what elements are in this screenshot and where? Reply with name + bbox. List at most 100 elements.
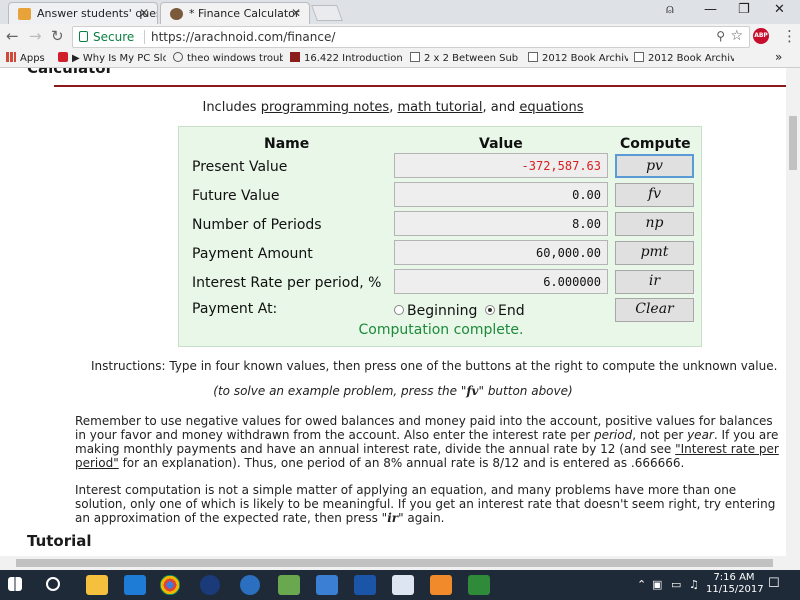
example-hint: (to solve an example problem, press the …	[213, 384, 573, 398]
app-icon[interactable]	[430, 575, 452, 595]
bookmarks-bar: Apps ▶ Why Is My PC Slov theo windows tr…	[0, 50, 800, 68]
chrome-icon[interactable]	[160, 575, 180, 595]
notifications-icon[interactable]: ☐	[768, 576, 780, 591]
lock-icon	[79, 31, 88, 42]
vertical-scroll-thumb[interactable]	[789, 116, 797, 170]
tab-strip: Answer students' questio ✕ * Finance Cal…	[0, 0, 800, 24]
payment-end-radio[interactable]: End	[485, 303, 525, 319]
page-icon	[634, 52, 644, 62]
negative-values-paragraph: Remember to use negative values for owed…	[75, 414, 779, 470]
restore-button[interactable]: ❐	[738, 2, 750, 17]
app-icon[interactable]	[278, 575, 300, 595]
future-value-field[interactable]: 0.00	[394, 182, 608, 207]
radio-icon	[394, 305, 404, 315]
interest-rate-field[interactable]: 6.000000	[394, 269, 608, 294]
bookmark-item[interactable]: 2012 Book Archive	[528, 52, 628, 64]
tab-answer-students[interactable]: Answer students' questio ✕	[8, 2, 158, 24]
account-icon[interactable]: ⍝	[666, 2, 674, 17]
column-header-value: Value	[479, 136, 523, 152]
equations-link[interactable]: equations	[519, 100, 583, 115]
finance-calculator-panel: Name Value Compute Present Value -372,58…	[178, 126, 702, 347]
app-icon[interactable]	[200, 575, 220, 595]
magnifier-icon[interactable]	[392, 575, 414, 595]
future-value-label: Future Value	[192, 188, 280, 204]
app-icon[interactable]	[354, 575, 376, 595]
compute-pv-button[interactable]: pv	[615, 154, 694, 178]
bookmarks-overflow-button[interactable]: »	[775, 50, 782, 64]
menu-icon[interactable]: ⋮	[782, 27, 797, 45]
number-of-periods-label: Number of Periods	[192, 217, 322, 233]
clock[interactable]: 7:16 AM 11/15/2017	[706, 572, 764, 596]
battery-icon[interactable]: ▭	[671, 578, 681, 591]
horizontal-scroll-thumb[interactable]	[16, 559, 773, 567]
instructions-text: Instructions: Type in four known values,…	[91, 359, 778, 373]
adblock-icon[interactable]: ABP	[753, 28, 769, 44]
vertical-scrollbar[interactable]	[786, 68, 800, 556]
forward-icon[interactable]: →	[29, 27, 42, 45]
volume-icon[interactable]: ♫	[689, 578, 699, 591]
clock-time: 7:16 AM	[713, 572, 755, 583]
mit-icon	[290, 52, 300, 62]
section-divider	[54, 85, 786, 87]
compute-ir-button[interactable]: ir	[615, 270, 694, 294]
back-icon[interactable]: ←	[6, 27, 19, 45]
compute-pmt-button[interactable]: pmt	[615, 241, 694, 265]
bookmark-item[interactable]: theo windows trouble	[173, 52, 283, 64]
close-tab-icon[interactable]: ✕	[139, 6, 149, 20]
windows-start-icon[interactable]	[8, 577, 22, 591]
secure-label: Secure	[93, 30, 135, 44]
compute-fv-button[interactable]: fv	[615, 183, 694, 207]
bookmark-item[interactable]: 2 x 2 Between Subjec	[410, 52, 518, 64]
column-header-name: Name	[264, 136, 310, 152]
tab-title: * Finance Calculator	[189, 7, 300, 20]
address-bar[interactable]: Secure https://arachnoid.com/finance/ ⚲ …	[72, 26, 750, 48]
includes-line: Includes programming notes, math tutoria…	[202, 100, 584, 115]
url-text[interactable]: https://arachnoid.com/finance/	[151, 30, 335, 44]
browser-toolbar: ← → ↻ Secure https://arachnoid.com/finan…	[0, 24, 800, 50]
show-hidden-icons-icon[interactable]: ⌃	[637, 578, 646, 591]
bookmark-item[interactable]: 16.422 Introduction -	[290, 52, 402, 64]
minimize-button[interactable]: —	[704, 2, 717, 17]
tutorial-heading: Tutorial	[27, 532, 92, 550]
present-value-field[interactable]: -372,587.63	[394, 153, 608, 178]
column-header-compute: Compute	[620, 136, 691, 152]
compute-np-button[interactable]: np	[615, 212, 694, 236]
taskbar: ⌃ ▣ ▭ ♫ 7:16 AM 11/15/2017 ☐	[0, 570, 800, 600]
file-explorer-icon[interactable]	[86, 575, 108, 595]
present-value-label: Present Value	[192, 159, 288, 175]
clear-button[interactable]: Clear	[615, 298, 694, 322]
close-window-button[interactable]: ✕	[774, 2, 785, 17]
divider	[144, 30, 145, 44]
zoom-icon[interactable]: ⚲	[716, 29, 725, 43]
reload-icon[interactable]: ↻	[51, 27, 64, 45]
page-content: Calculator Includes programming notes, m…	[0, 68, 786, 556]
payment-at-label: Payment At:	[192, 301, 278, 317]
app-icon[interactable]	[316, 575, 338, 595]
number-of-periods-field[interactable]: 8.00	[394, 211, 608, 236]
payment-beginning-radio[interactable]: Beginning	[394, 303, 477, 319]
interest-computation-paragraph: Interest computation is not a simple mat…	[75, 483, 776, 525]
page-icon	[410, 52, 420, 62]
new-tab-button[interactable]	[311, 5, 343, 21]
search-icon[interactable]	[46, 577, 60, 591]
horizontal-scrollbar[interactable]	[0, 556, 800, 570]
site-favicon-icon	[18, 8, 31, 20]
math-tutorial-link[interactable]: math tutorial	[397, 100, 482, 115]
page-icon	[528, 52, 538, 62]
bookmark-item[interactable]: ▶ Why Is My PC Slov	[58, 52, 166, 64]
payment-amount-label: Payment Amount	[192, 246, 313, 262]
power-icon	[58, 52, 68, 62]
edge-browser-icon[interactable]	[124, 575, 146, 595]
app-icon[interactable]	[240, 575, 260, 595]
programming-notes-link[interactable]: programming notes	[261, 100, 389, 115]
bookmark-star-icon[interactable]: ☆	[730, 28, 743, 44]
excel-icon[interactable]	[468, 575, 490, 595]
bookmark-item[interactable]: 2012 Book Archive	[634, 52, 734, 64]
close-tab-icon[interactable]: ✕	[291, 6, 301, 20]
tab-finance-calculator[interactable]: * Finance Calculator ✕	[160, 2, 310, 24]
payment-amount-field[interactable]: 60,000.00	[394, 240, 608, 265]
radio-selected-icon	[485, 305, 495, 315]
bookmark-apps[interactable]: Apps	[6, 52, 45, 64]
section-title: Calculator	[27, 68, 113, 77]
network-icon[interactable]: ▣	[652, 578, 662, 591]
